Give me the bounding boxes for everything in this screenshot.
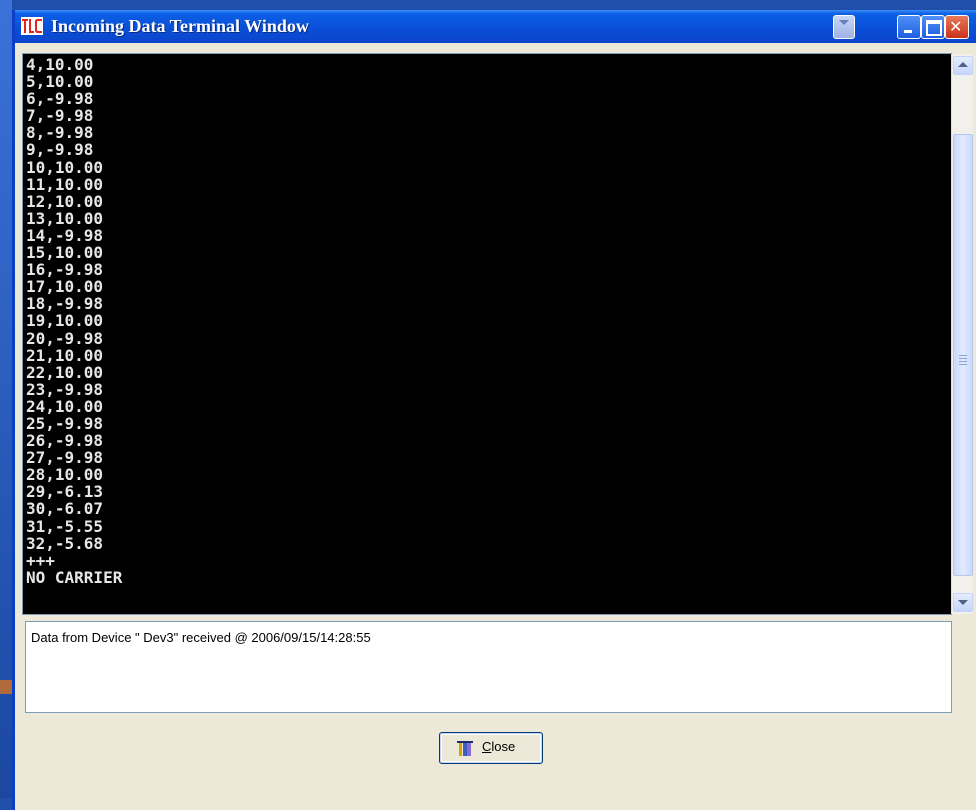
tlc-logo-icon xyxy=(21,17,43,35)
title-bar[interactable]: Incoming Data Terminal Window ✕ xyxy=(15,10,976,43)
terminal-window: Incoming Data Terminal Window ✕ 4,10.00 … xyxy=(12,10,976,810)
scroll-thumb[interactable] xyxy=(953,134,973,576)
status-panel[interactable]: Data from Device " Dev3" received @ 2006… xyxy=(25,621,952,713)
vertical-scrollbar[interactable] xyxy=(951,54,973,614)
close-button[interactable]: Close xyxy=(439,732,543,764)
close-button-label: Close xyxy=(482,739,516,754)
desktop-background xyxy=(0,0,12,798)
scroll-up-icon[interactable] xyxy=(953,56,973,75)
exit-door-icon xyxy=(457,741,473,756)
grip-icon xyxy=(959,355,967,367)
terminal-output[interactable]: 4,10.00 5,10.00 6,-9.98 7,-9.98 8,-9.98 … xyxy=(22,53,973,615)
chevron-down-icon[interactable] xyxy=(833,15,855,39)
terminal-text: 4,10.00 5,10.00 6,-9.98 7,-9.98 8,-9.98 … xyxy=(26,56,122,586)
close-icon[interactable]: ✕ xyxy=(945,15,969,39)
status-message: Data from Device " Dev3" received @ 2006… xyxy=(31,630,371,645)
desktop-stripe xyxy=(0,680,12,694)
terminal-line: NO CARRIER xyxy=(26,567,123,587)
minimize-icon[interactable] xyxy=(897,15,921,39)
window-title: Incoming Data Terminal Window xyxy=(51,16,309,36)
scroll-down-icon[interactable] xyxy=(953,593,973,612)
maximize-icon[interactable] xyxy=(921,15,945,39)
